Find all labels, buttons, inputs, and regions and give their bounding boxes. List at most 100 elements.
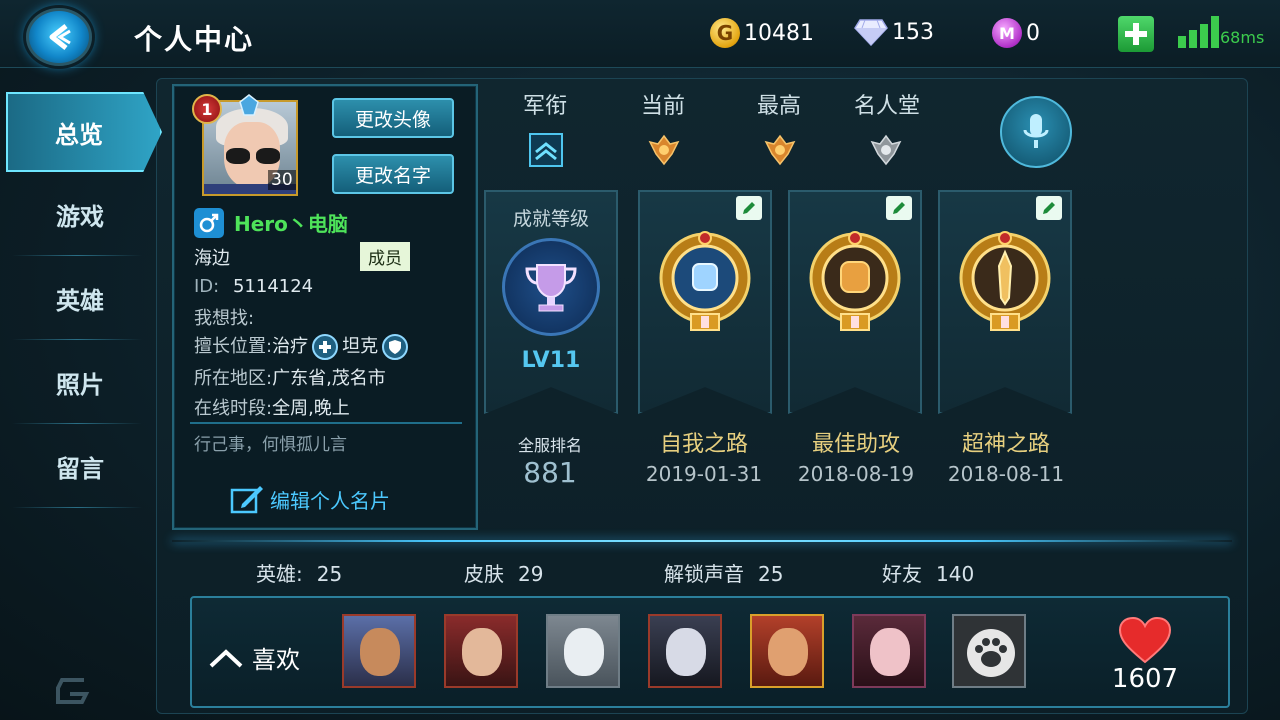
heart-icon[interactable] bbox=[1118, 616, 1172, 664]
stat-label: 皮肤 bbox=[464, 562, 504, 586]
stat-label: 英雄: bbox=[256, 562, 303, 586]
healer-icon bbox=[312, 334, 339, 360]
server-rank-label: 全服排名 bbox=[517, 436, 582, 455]
top-bar: 个人中心 G 10481 153 M 0 68ms bbox=[0, 0, 1280, 68]
sidebar-item-label: 游戏 bbox=[56, 202, 104, 231]
plus-icon bbox=[1125, 23, 1147, 45]
pencil-icon bbox=[1043, 202, 1055, 214]
achievement-date: 2018-08-11 bbox=[947, 462, 1065, 486]
sidebar-item-photos[interactable]: 照片 bbox=[0, 340, 170, 424]
achievement-date: 2019-01-31 bbox=[645, 462, 763, 486]
sidebar-item-overview[interactable]: 总览 bbox=[6, 92, 162, 172]
divider bbox=[172, 540, 1232, 542]
favorite-hero[interactable] bbox=[546, 614, 620, 688]
medal-fist-icon bbox=[809, 231, 901, 331]
rank-crest-icon bbox=[239, 94, 259, 116]
back-button[interactable] bbox=[26, 8, 92, 66]
player-motto: 行己事，何惧孤儿言 bbox=[194, 435, 347, 455]
hall-of-fame-icon[interactable] bbox=[868, 132, 904, 168]
region-value: 广东省,茂名市 bbox=[272, 368, 386, 389]
rank-header-hall-of-fame: 名人堂 bbox=[853, 94, 920, 119]
sidebar: 总览 游戏 英雄 照片 留言 bbox=[0, 86, 170, 508]
page-title: 个人中心 bbox=[134, 23, 255, 56]
chevron-up-icon bbox=[209, 648, 243, 667]
online-value: 全周,晚上 bbox=[272, 398, 350, 419]
achievement-date: 2018-08-19 bbox=[797, 462, 915, 486]
profile-card: 1 30 更改头像 更改名字 Hero丶电脑 海边 成员 ID: 5114124… bbox=[172, 84, 478, 530]
stat-value: 29 bbox=[518, 562, 544, 586]
current-rank-icon[interactable] bbox=[646, 132, 682, 168]
sidebar-item-game[interactable]: 游戏 bbox=[0, 172, 170, 256]
change-name-button[interactable]: 更改名字 bbox=[332, 154, 454, 194]
game-logo-icon bbox=[56, 678, 90, 704]
shield-icon bbox=[382, 334, 409, 360]
diamond-icon bbox=[854, 19, 888, 46]
sidebar-item-messages[interactable]: 留言 bbox=[0, 424, 170, 508]
favorite-hero[interactable] bbox=[750, 614, 824, 688]
diamond-amount: 153 bbox=[892, 19, 934, 45]
edit-achievement-button[interactable] bbox=[736, 196, 762, 220]
back-arrow-icon bbox=[49, 24, 71, 50]
rank-header-highest: 最高 bbox=[756, 94, 801, 119]
edit-achievement-button[interactable] bbox=[886, 196, 912, 220]
favorite-hero[interactable] bbox=[952, 614, 1026, 688]
recharge-button[interactable] bbox=[1118, 16, 1154, 52]
edit-card-label: 编辑个人名片 bbox=[270, 488, 390, 513]
pencil-icon bbox=[743, 202, 755, 214]
favorite-hero[interactable] bbox=[648, 614, 722, 688]
favorite-hero[interactable] bbox=[444, 614, 518, 688]
sidebar-item-label: 总览 bbox=[55, 120, 103, 149]
favorites-label: 喜欢 bbox=[252, 646, 300, 674]
region-row: 所在地区:广东省,茂名市 bbox=[194, 364, 386, 390]
gold-currency: G 10481 bbox=[710, 18, 814, 48]
online-label: 在线时段: bbox=[194, 398, 273, 419]
divider bbox=[190, 422, 462, 424]
favorites-toggle[interactable]: 喜欢 bbox=[208, 640, 300, 675]
gold-amount: 10481 bbox=[744, 20, 814, 46]
stat-voices: 解锁声音 25 bbox=[664, 558, 783, 587]
likes-count: 1607 bbox=[1111, 664, 1179, 694]
m-coin-currency: M 0 bbox=[992, 18, 1040, 48]
pencil-icon bbox=[893, 202, 905, 214]
signal-strength-icon bbox=[1178, 16, 1219, 48]
position-tank: 坦克 bbox=[342, 336, 379, 357]
medal-gauntlet-icon bbox=[659, 231, 751, 331]
looking-for-label: 我想找: bbox=[194, 308, 255, 329]
player-nickname: Hero丶电脑 bbox=[234, 212, 348, 236]
location-name: 海边 bbox=[194, 248, 230, 269]
microphone-icon bbox=[1023, 114, 1049, 148]
divider bbox=[12, 507, 142, 508]
sidebar-item-label: 留言 bbox=[56, 454, 104, 483]
change-avatar-button[interactable]: 更改头像 bbox=[332, 98, 454, 138]
highest-rank-icon[interactable] bbox=[762, 132, 798, 168]
stat-heroes: 英雄: 25 bbox=[256, 558, 342, 587]
stat-friends: 好友 140 bbox=[882, 558, 974, 587]
id-value: 5114124 bbox=[232, 276, 314, 297]
achievement-name: 超神之路 bbox=[961, 432, 1050, 457]
military-rank-icon[interactable] bbox=[528, 132, 564, 168]
ping-readout: 68ms bbox=[1220, 28, 1265, 47]
m-coin-icon: M bbox=[992, 18, 1022, 48]
trophy-icon bbox=[502, 238, 600, 336]
favorite-hero[interactable] bbox=[852, 614, 926, 688]
player-level-badge: 1 bbox=[192, 94, 222, 124]
sidebar-item-label: 英雄 bbox=[56, 286, 104, 315]
positions-label: 擅长位置: bbox=[194, 336, 273, 357]
stat-skins: 皮肤 29 bbox=[464, 558, 543, 587]
positions-row: 擅长位置:治疗 坦克 bbox=[194, 332, 412, 360]
id-label: ID: bbox=[194, 276, 220, 297]
voice-button[interactable] bbox=[1000, 96, 1072, 168]
position-healer: 治疗 bbox=[272, 336, 309, 357]
achievement-name: 自我之路 bbox=[659, 432, 748, 457]
sidebar-item-heroes[interactable]: 英雄 bbox=[0, 256, 170, 340]
edit-achievement-button[interactable] bbox=[1036, 196, 1062, 220]
achievement-level-value: LV11 bbox=[521, 348, 581, 373]
m-coin-amount: 0 bbox=[1026, 20, 1040, 46]
rank-header-title: 军衔 bbox=[522, 94, 567, 119]
favorite-hero[interactable] bbox=[342, 614, 416, 688]
edit-card-button[interactable]: 编辑个人名片 bbox=[230, 484, 390, 514]
player-id: ID: 5114124 bbox=[194, 276, 313, 297]
stat-label: 好友 bbox=[882, 562, 922, 586]
stat-value: 25 bbox=[316, 562, 343, 586]
server-rank-value: 881 bbox=[523, 456, 577, 489]
